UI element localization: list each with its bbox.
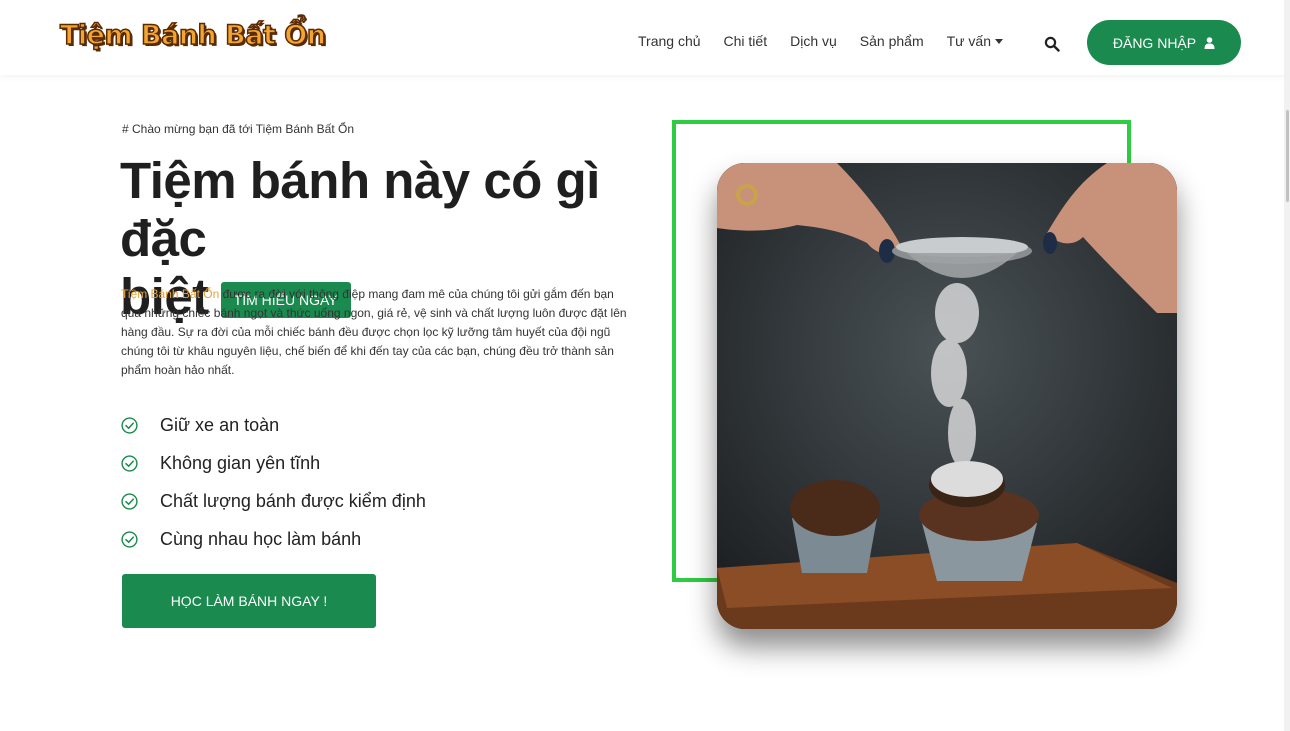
feature-item: Chất lượng bánh được kiểm định <box>121 482 426 520</box>
nav-menu: Trang chủ Chi tiết Dịch vụ Sản phẩm Tư v… <box>638 33 1026 49</box>
check-circle-icon <box>121 530 138 548</box>
feature-label: Chất lượng bánh được kiểm định <box>160 490 426 511</box>
login-button[interactable]: ĐĂNG NHẬP <box>1087 20 1241 65</box>
hero-image-baking <box>717 163 1177 629</box>
user-icon <box>1204 36 1215 49</box>
baking-illustration <box>717 163 1177 629</box>
feature-list: Giữ xe an toàn Không gian yên tĩnh Chất … <box>121 406 426 558</box>
nav-item-products[interactable]: Sản phẩm <box>860 33 924 49</box>
nav-item-consulting-dropdown[interactable]: Tư vấn <box>947 33 1003 49</box>
feature-item: Cùng nhau học làm bánh <box>121 520 426 558</box>
hero-description: Tiệm Bánh Bất Ổn được ra đời với thông đ… <box>121 285 631 380</box>
nav-item-home[interactable]: Trang chủ <box>638 33 701 49</box>
feature-label: Cùng nhau học làm bánh <box>160 528 362 549</box>
welcome-text: # Chào mừng bạn đã tới Tiệm Bánh Bất Ổn <box>122 122 355 136</box>
nav-item-services[interactable]: Dịch vụ <box>790 33 837 49</box>
feature-label: Không gian yên tĩnh <box>160 452 321 473</box>
page-scrollbar-thumb[interactable] <box>1286 110 1289 202</box>
site-logo[interactable]: Tiệm Bánh Bất Ổn <box>59 21 326 50</box>
search-icon[interactable] <box>1044 36 1060 52</box>
feature-label: Giữ xe an toàn <box>160 414 280 435</box>
learn-baking-button[interactable]: HỌC LÀM BÁNH NGAY ! <box>122 574 376 628</box>
navbar: Tiệm Bánh Bất Ổn Trang chủ Chi tiết Dịch… <box>0 0 1290 75</box>
feature-item: Không gian yên tĩnh <box>121 444 426 482</box>
feature-item: Giữ xe an toàn <box>121 406 426 444</box>
nav-item-details[interactable]: Chi tiết <box>724 33 768 49</box>
check-circle-icon <box>121 492 138 510</box>
check-circle-icon <box>121 416 138 434</box>
login-label: ĐĂNG NHẬP <box>1112 34 1197 51</box>
hero-title-line1: Tiệm bánh này có gì đặc <box>120 152 600 267</box>
brand-highlight: Tiệm Bánh Bất Ổn <box>121 287 220 301</box>
check-circle-icon <box>121 454 138 472</box>
